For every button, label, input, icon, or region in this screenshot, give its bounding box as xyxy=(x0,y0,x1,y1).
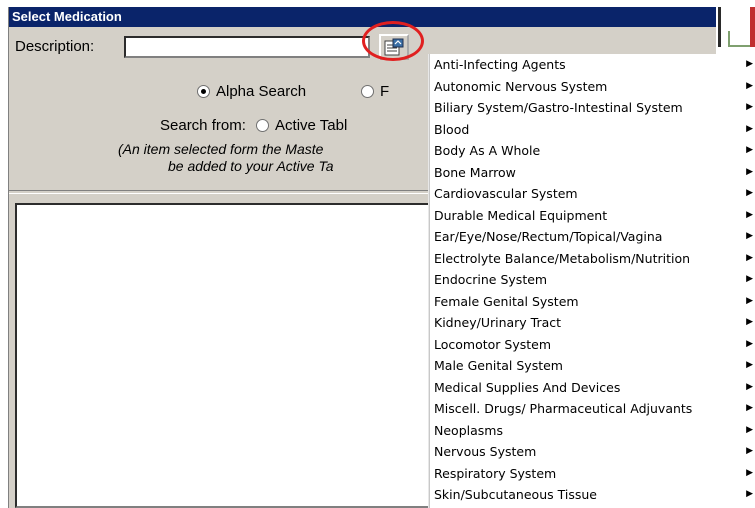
full-search-radio[interactable] xyxy=(361,84,374,98)
menu-item-autonomic-nervous-system[interactable]: Autonomic Nervous System ▶ xyxy=(430,76,755,98)
lookup-list-icon xyxy=(384,38,404,56)
alpha-search-radio[interactable] xyxy=(197,84,210,98)
menu-item-electrolyte-balance[interactable]: Electrolyte Balance/Metabolism/Nutrition… xyxy=(430,248,755,270)
menu-item-nervous-system[interactable]: Nervous System ▶ xyxy=(430,441,755,463)
menu-item-durable-medical-equipment[interactable]: Durable Medical Equipment ▶ xyxy=(430,205,755,227)
submenu-arrow-icon: ▶ xyxy=(746,102,753,112)
menu-item-medical-supplies[interactable]: Medical Supplies And Devices ▶ xyxy=(430,377,755,399)
menu-item-biliary-system[interactable]: Biliary System/Gastro-Intestinal System ▶ xyxy=(430,97,755,119)
menu-item-cardiovascular-system[interactable]: Cardiovascular System ▶ xyxy=(430,183,755,205)
active-table-label: Active Tabl xyxy=(275,117,348,134)
menu-item-anti-infecting-agents[interactable]: Anti-Infecting Agents ▶ xyxy=(430,54,755,76)
menu-item-ear-eye-nose[interactable]: Ear/Eye/Nose/Rectum/Topical/Vagina ▶ xyxy=(430,226,755,248)
menu-item-blood[interactable]: Blood ▶ xyxy=(430,119,755,141)
menu-item-kidney-urinary-tract[interactable]: Kidney/Urinary Tract ▶ xyxy=(430,312,755,334)
lookup-list-button[interactable] xyxy=(379,34,409,60)
menu-item-skin-subcutaneous-tissue[interactable]: Skin/Subcutaneous Tissue ▶ xyxy=(430,484,755,506)
menu-item-miscell-drugs[interactable]: Miscell. Drugs/ Pharmaceutical Adjuvants… xyxy=(430,398,755,420)
note-line-1: (An item selected form the Maste xyxy=(118,141,324,157)
menu-item-locomotor-system[interactable]: Locomotor System ▶ xyxy=(430,334,755,356)
active-table-radio[interactable] xyxy=(256,118,270,132)
submenu-arrow-icon: ▶ xyxy=(746,188,753,198)
submenu-arrow-icon: ▶ xyxy=(746,209,753,220)
search-from-row: Search from: Active Tabl xyxy=(160,117,347,134)
full-search-label: F xyxy=(380,83,390,100)
submenu-arrow-icon: ▶ xyxy=(746,424,753,435)
menu-item-male-genital-system[interactable]: Male Genital System ▶ xyxy=(430,355,755,377)
category-menu: Anti-Infecting Agents ▶ Autonomic Nervous… xyxy=(429,54,755,508)
submenu-arrow-icon: ▶ xyxy=(746,317,753,327)
submenu-arrow-icon: ▶ xyxy=(746,80,753,91)
menu-item-body-as-a-whole[interactable]: Body As A Whole ▶ xyxy=(430,140,755,162)
submenu-arrow-icon: ▶ xyxy=(746,360,753,370)
menu-item-respiratory-system[interactable]: Respiratory System ▶ xyxy=(430,463,755,485)
menu-item-neoplasms[interactable]: Neoplasms ▶ xyxy=(430,420,755,442)
submenu-arrow-icon: ▶ xyxy=(746,467,753,478)
results-list[interactable] xyxy=(15,203,435,508)
alpha-search-option[interactable]: Alpha Search xyxy=(197,83,306,100)
window-title: Select Medication xyxy=(9,7,717,27)
submenu-arrow-icon: ▶ xyxy=(746,231,753,241)
submenu-arrow-icon: ▶ xyxy=(746,274,753,284)
submenu-arrow-icon: ▶ xyxy=(746,166,753,177)
submenu-arrow-icon: ▶ xyxy=(746,446,753,456)
submenu-arrow-icon: ▶ xyxy=(746,338,753,349)
submenu-arrow-icon: ▶ xyxy=(746,59,753,69)
description-input[interactable] xyxy=(124,36,370,58)
menu-item-endocrine-system[interactable]: Endocrine System ▶ xyxy=(430,269,755,291)
alpha-search-label: Alpha Search xyxy=(216,83,307,100)
submenu-arrow-icon: ▶ xyxy=(746,381,753,392)
submenu-arrow-icon: ▶ xyxy=(746,295,753,306)
description-label: Description: xyxy=(15,38,95,55)
submenu-arrow-icon: ▶ xyxy=(746,123,753,134)
full-search-option[interactable]: F xyxy=(361,83,389,100)
submenu-arrow-icon: ▶ xyxy=(746,403,753,413)
menu-item-bone-marrow[interactable]: Bone Marrow ▶ xyxy=(430,162,755,184)
submenu-arrow-icon: ▶ xyxy=(746,145,753,155)
submenu-arrow-icon: ▶ xyxy=(746,252,753,263)
submenu-arrow-icon: ▶ xyxy=(746,489,753,499)
menu-item-female-genital-system[interactable]: Female Genital System ▶ xyxy=(430,291,755,313)
note-line-2: be added to your Active Ta xyxy=(168,158,334,174)
search-from-label: Search from: xyxy=(160,117,246,134)
